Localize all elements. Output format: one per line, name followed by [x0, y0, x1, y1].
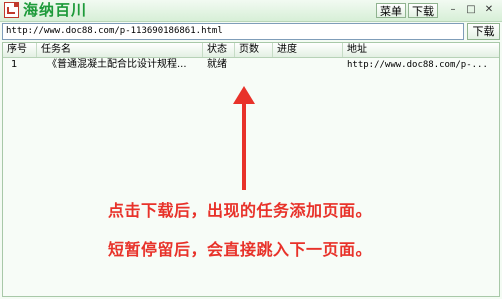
column-header-index[interactable]: 序号: [3, 43, 37, 57]
task-list-header: 序号 任务名 状态 页数 进度 地址: [3, 43, 499, 58]
row-index: 1: [11, 59, 18, 70]
table-row[interactable]: 1 《普通混凝土配合比设计规程... 就绪 http://www.doc88.c…: [3, 58, 499, 72]
annotation-line-1: 点击下载后，出现的任务添加页面。: [108, 201, 373, 220]
maximize-icon[interactable]: □: [463, 3, 479, 18]
app-pdf-icon: [4, 2, 19, 18]
row-status: 就绪: [207, 59, 227, 70]
row-pages: [235, 58, 273, 72]
url-toolbar: http://www.doc88.com/p-113690186861.html…: [0, 22, 502, 42]
up-arrow-shaft: [242, 100, 246, 190]
menu-button[interactable]: 菜单: [376, 3, 406, 18]
download-button[interactable]: 下载: [467, 23, 500, 40]
annotation-line-2: 短暂停留后，会直接跳入下一页面。: [108, 240, 373, 259]
app-title: 海纳百川: [23, 1, 88, 19]
download-menu-button[interactable]: 下载: [408, 3, 438, 18]
url-input[interactable]: http://www.doc88.com/p-113690186861.html: [2, 23, 464, 40]
column-header-status[interactable]: 状态: [203, 43, 235, 57]
close-icon[interactable]: ✕: [481, 3, 497, 18]
minimize-icon[interactable]: –: [445, 3, 461, 18]
title-bar: 海纳百川 菜单 下载 – □ ✕: [0, 0, 502, 22]
row-address: http://www.doc88.com/p-...: [347, 60, 488, 70]
column-header-address[interactable]: 地址: [343, 43, 499, 57]
row-progress: [273, 58, 343, 72]
column-header-name[interactable]: 任务名: [37, 43, 203, 57]
column-header-progress[interactable]: 进度: [273, 43, 343, 57]
row-task-name: 《普通混凝土配合比设计规程...: [47, 59, 187, 70]
column-header-pages[interactable]: 页数: [235, 43, 273, 57]
